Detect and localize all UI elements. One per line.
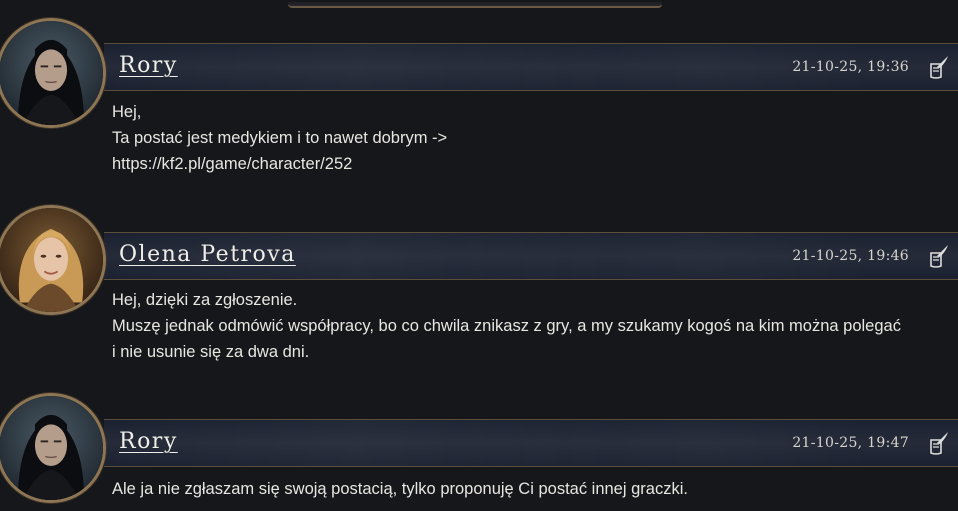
- post-line: Hej, dzięki za zgłoszenie.: [112, 291, 298, 309]
- post-body: Hej, Ta postać jest medykiem i to nawet …: [112, 99, 942, 177]
- author-name[interactable]: Rory: [119, 429, 178, 454]
- quill-scroll-icon[interactable]: [926, 430, 950, 456]
- post-timestamp: 21-10-25, 19:36: [792, 59, 909, 75]
- post-header: Rory 21-10-25, 19:47: [104, 419, 958, 467]
- author-name[interactable]: Rory: [119, 53, 178, 78]
- avatar[interactable]: [0, 393, 106, 503]
- post-line: Hej,: [112, 103, 142, 121]
- post-body: Hej, dzięki za zgłoszenie. Muszę jednak …: [112, 287, 942, 365]
- post-line[interactable]: https://kf2.pl/game/character/252: [112, 151, 942, 177]
- quill-scroll-icon[interactable]: [926, 54, 950, 80]
- quill-scroll-icon[interactable]: [926, 243, 950, 269]
- avatar[interactable]: [0, 18, 106, 128]
- post-line: i nie usunie się za dwa dni.: [112, 343, 310, 361]
- avatar[interactable]: [0, 205, 106, 315]
- post-line: Muszę jednak odmówić współpracy, bo co c…: [112, 317, 901, 335]
- post-timestamp: 21-10-25, 19:46: [792, 248, 909, 264]
- post-line: Ale ja nie zgłaszam się swoją postacią, …: [112, 480, 688, 498]
- post-3: Rory 21-10-25, 19:47 Ale ja nie zgłaszam…: [0, 393, 958, 511]
- post-1: Rory 21-10-25, 19:36 Hej, Ta postać jest…: [0, 18, 958, 188]
- post-header: Rory 21-10-25, 19:36: [104, 43, 958, 91]
- post-2: Olena Petrova 21-10-25, 19:46 Hej, dzięk…: [0, 205, 958, 375]
- post-body: Ale ja nie zgłaszam się swoją postacią, …: [112, 476, 942, 502]
- author-name[interactable]: Olena Petrova: [119, 242, 296, 267]
- post-timestamp: 21-10-25, 19:47: [792, 435, 909, 451]
- top-divider: [288, 2, 662, 8]
- post-line: Ta postać jest medykiem i to nawet dobry…: [112, 129, 448, 147]
- post-header: Olena Petrova 21-10-25, 19:46: [104, 232, 958, 280]
